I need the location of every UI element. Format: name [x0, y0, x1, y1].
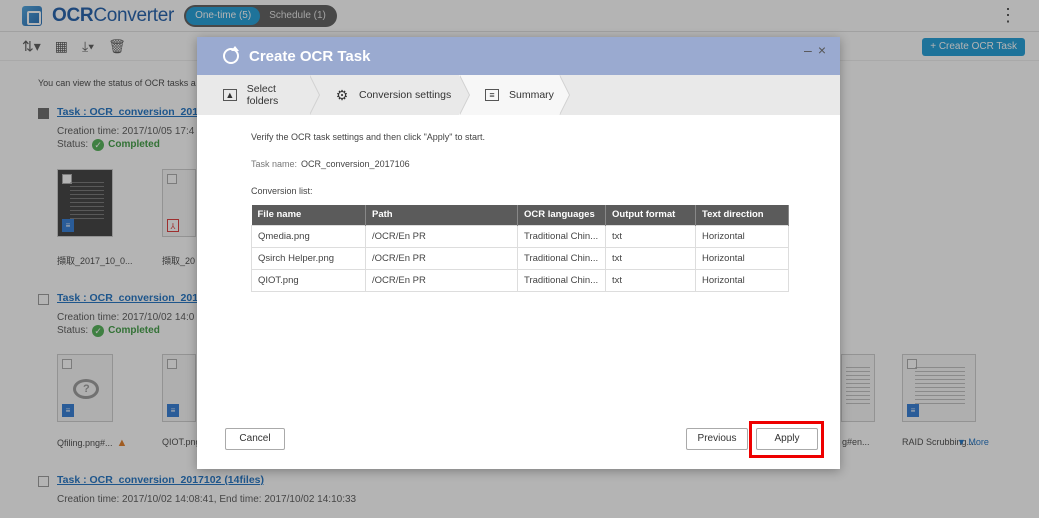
cell-text-direction: Horizontal [695, 246, 789, 270]
cell-ocr-language: Traditional Chin... [517, 224, 606, 248]
cancel-button[interactable]: Cancel [225, 428, 285, 450]
column-header: Text direction [695, 205, 789, 225]
cell-ocr-language: Traditional Chin... [517, 246, 606, 270]
cell-output-format: txt [605, 246, 696, 270]
table-row: Qsirch Helper.png /OCR/En PR Traditional… [251, 246, 789, 270]
cell-output-format: txt [605, 224, 696, 248]
column-header: File name [251, 205, 366, 225]
cell-file-name: Qmedia.png [251, 224, 366, 248]
verify-instructions: Verify the OCR task settings and then cl… [251, 132, 485, 142]
folder-image-icon: ▲ [223, 89, 237, 101]
table-row: Qmedia.png /OCR/En PR Traditional Chin..… [251, 224, 789, 248]
minimize-icon[interactable]: – [804, 42, 818, 58]
step-select-folders[interactable]: ▲ Select folders [197, 75, 320, 115]
column-header: Output format [605, 205, 696, 225]
column-header: Path [365, 205, 518, 225]
table-row: QIOT.png /OCR/En PR Traditional Chin... … [251, 268, 789, 292]
window-controls: –× [804, 42, 832, 58]
column-header: OCR languages [517, 205, 606, 225]
step-label: Summary [509, 89, 554, 101]
task-name-label: Task name: [251, 159, 298, 169]
cell-path: /OCR/En PR [365, 224, 518, 248]
cell-file-name: QIOT.png [251, 268, 366, 292]
cell-output-format: txt [605, 268, 696, 292]
create-ocr-task-dialog: Create OCR Task –× ▲ Select folders ⚙ Co… [197, 37, 840, 469]
step-label: Select folders [246, 83, 279, 107]
cell-path: /OCR/En PR [365, 246, 518, 270]
dialog-title: Create OCR Task [249, 47, 371, 65]
cell-ocr-language: Traditional Chin... [517, 268, 606, 292]
cell-file-name: Qsirch Helper.png [251, 246, 366, 270]
close-icon[interactable]: × [818, 42, 832, 58]
conversion-table: File name Path OCR languages Output form… [251, 205, 789, 292]
refresh-arrow-icon [223, 46, 239, 64]
gear-icon: ⚙ [335, 87, 349, 103]
step-summary[interactable]: ≡ Summary [459, 75, 570, 115]
step-conversion-settings[interactable]: ⚙ Conversion settings [309, 75, 470, 115]
dialog-header: Create OCR Task –× [197, 37, 840, 75]
table-header-row: File name Path OCR languages Output form… [251, 205, 789, 225]
conversion-list-label: Conversion list: [251, 186, 313, 196]
wizard-steps: ▲ Select folders ⚙ Conversion settings ≡… [197, 75, 840, 115]
task-name-value: OCR_conversion_2017106 [301, 159, 410, 169]
step-label: Conversion settings [359, 89, 452, 101]
task-name-row: Task name: OCR_conversion_2017106 [251, 159, 791, 169]
summary-body: Verify the OCR task settings and then cl… [251, 132, 791, 292]
apply-highlight-box [749, 421, 824, 458]
previous-button[interactable]: Previous [686, 428, 748, 450]
cell-text-direction: Horizontal [695, 268, 789, 292]
cell-text-direction: Horizontal [695, 224, 789, 248]
clipboard-icon: ≡ [485, 89, 499, 101]
cell-path: /OCR/En PR [365, 268, 518, 292]
